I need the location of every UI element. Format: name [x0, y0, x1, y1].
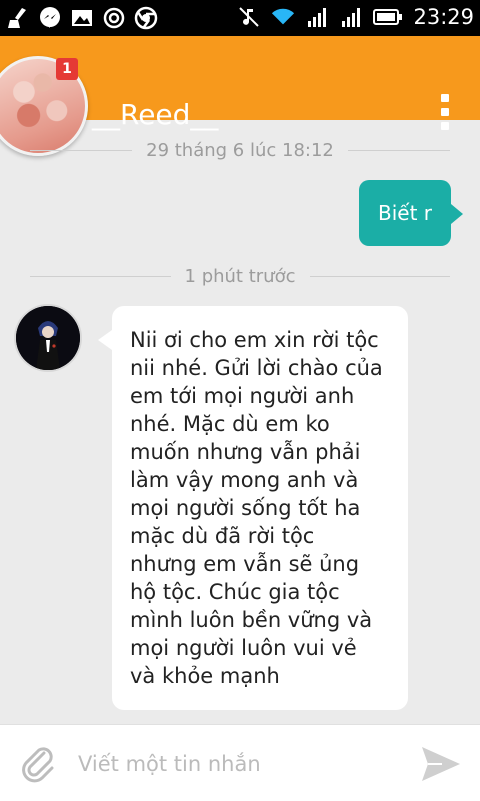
messenger-icon: [38, 6, 62, 30]
timestamp: 1 phút trước: [184, 265, 296, 287]
unread-badge: 1: [56, 58, 78, 80]
message-text: Biết r: [377, 201, 432, 225]
message-line: làm vậy mong anh và: [130, 468, 359, 492]
notification-icons: [6, 6, 158, 30]
more-options-icon[interactable]: [438, 94, 452, 138]
system-icons: 23:29: [237, 5, 474, 29]
message-line: mình luôn bền vững và: [130, 608, 373, 632]
send-icon[interactable]: [420, 745, 462, 783]
sender-avatar[interactable]: [16, 306, 80, 370]
clock: 23:29: [413, 5, 474, 29]
status-bar: 23:29: [0, 0, 480, 36]
time-separator: 1 phút trước: [30, 263, 451, 289]
message-line: nhưng em vẫn sẽ ủng: [130, 552, 360, 576]
timestamp: 29 tháng 6 lúc 18:12: [146, 139, 334, 161]
signal-icon: [305, 5, 329, 29]
message-line: em tới mọi người anh: [130, 384, 355, 408]
image-icon: [70, 6, 94, 30]
message-line: hộ tộc. Chúc gia tộc: [130, 580, 340, 604]
outgoing-message[interactable]: Biết r: [359, 180, 463, 246]
message-composer: [0, 724, 480, 801]
chrome-icon: [134, 6, 158, 30]
message-line: nii nhé. Gửi lời chào của: [130, 356, 383, 380]
at-icon: [102, 6, 126, 30]
mute-icon: [237, 5, 261, 29]
wifi-icon: [271, 5, 295, 29]
message-line: mọi người sống tốt ha: [130, 496, 361, 520]
message-line: và khỏe mạnh: [130, 664, 280, 688]
contact-name[interactable]: __Reed__: [92, 98, 218, 131]
message-line: Nii ơi cho em xin rời tộc: [130, 328, 379, 352]
message-line: nhé. Mặc dù em ko: [130, 412, 330, 436]
message-line: muốn nhưng vẫn phải: [130, 440, 361, 464]
broom-icon: [6, 6, 30, 30]
time-separator: 29 tháng 6 lúc 18:12: [30, 137, 451, 163]
message-line: mặc dù đã rời tộc: [130, 524, 315, 548]
message-line: mọi người luôn vui vẻ: [130, 636, 357, 660]
paperclip-icon[interactable]: [20, 743, 56, 783]
signal-icon: [339, 5, 363, 29]
battery-icon: [373, 5, 403, 29]
incoming-message[interactable]: Nii ơi cho em xin rời tộc nii nhé. Gửi l…: [98, 306, 408, 710]
message-input[interactable]: [76, 743, 400, 785]
